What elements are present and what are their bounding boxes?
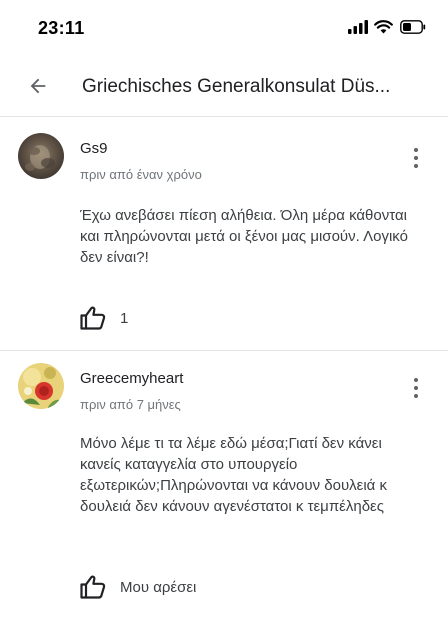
back-button[interactable] <box>22 72 54 104</box>
avatar[interactable] <box>18 133 64 179</box>
more-options-button[interactable] <box>410 378 422 402</box>
review-text: Έχω ανεβάσει πίεση αλήθεια. Όλη μέρα κάθ… <box>80 207 408 266</box>
review-author[interactable]: Greecemyheart <box>80 370 183 387</box>
review-time: πριν από έναν χρόνο <box>80 167 202 182</box>
like-label: Μου αρέσει <box>120 578 197 596</box>
like-button[interactable]: Μου αρέσει <box>80 575 196 599</box>
cellular-signal-icon <box>348 20 368 34</box>
avatar[interactable] <box>18 363 64 409</box>
wifi-icon <box>374 20 393 34</box>
more-vert-icon <box>414 148 418 168</box>
status-time: 23:11 <box>38 18 85 38</box>
review-time: πριν από 7 μήνες <box>80 397 181 412</box>
more-options-button[interactable] <box>410 148 422 172</box>
review-item: Greecemyheart πριν από 7 μήνες Μόνο λέμε… <box>0 351 448 617</box>
app-bar: Griechisches Generalkonsulat Düs... <box>0 58 448 117</box>
like-count: 1 <box>120 309 129 327</box>
review-author[interactable]: Gs9 <box>80 140 108 157</box>
review-item: Gs9 πριν από έναν χρόνο Έχω ανεβάσει πίε… <box>0 117 448 350</box>
status-icons <box>348 20 426 34</box>
battery-icon <box>400 20 426 34</box>
page-title: Griechisches Generalkonsulat Düs... <box>82 76 391 97</box>
more-vert-icon <box>414 378 418 398</box>
thumbs-up-icon <box>80 306 106 330</box>
thumbs-up-icon <box>80 575 106 599</box>
like-button[interactable]: 1 <box>80 306 128 330</box>
review-text: Μόνο λέμε τι τα λέμε εδώ μέσα;Γιατί δεν … <box>80 435 388 515</box>
status-bar: 23:11 <box>0 0 448 58</box>
arrow-back-icon <box>27 75 49 102</box>
